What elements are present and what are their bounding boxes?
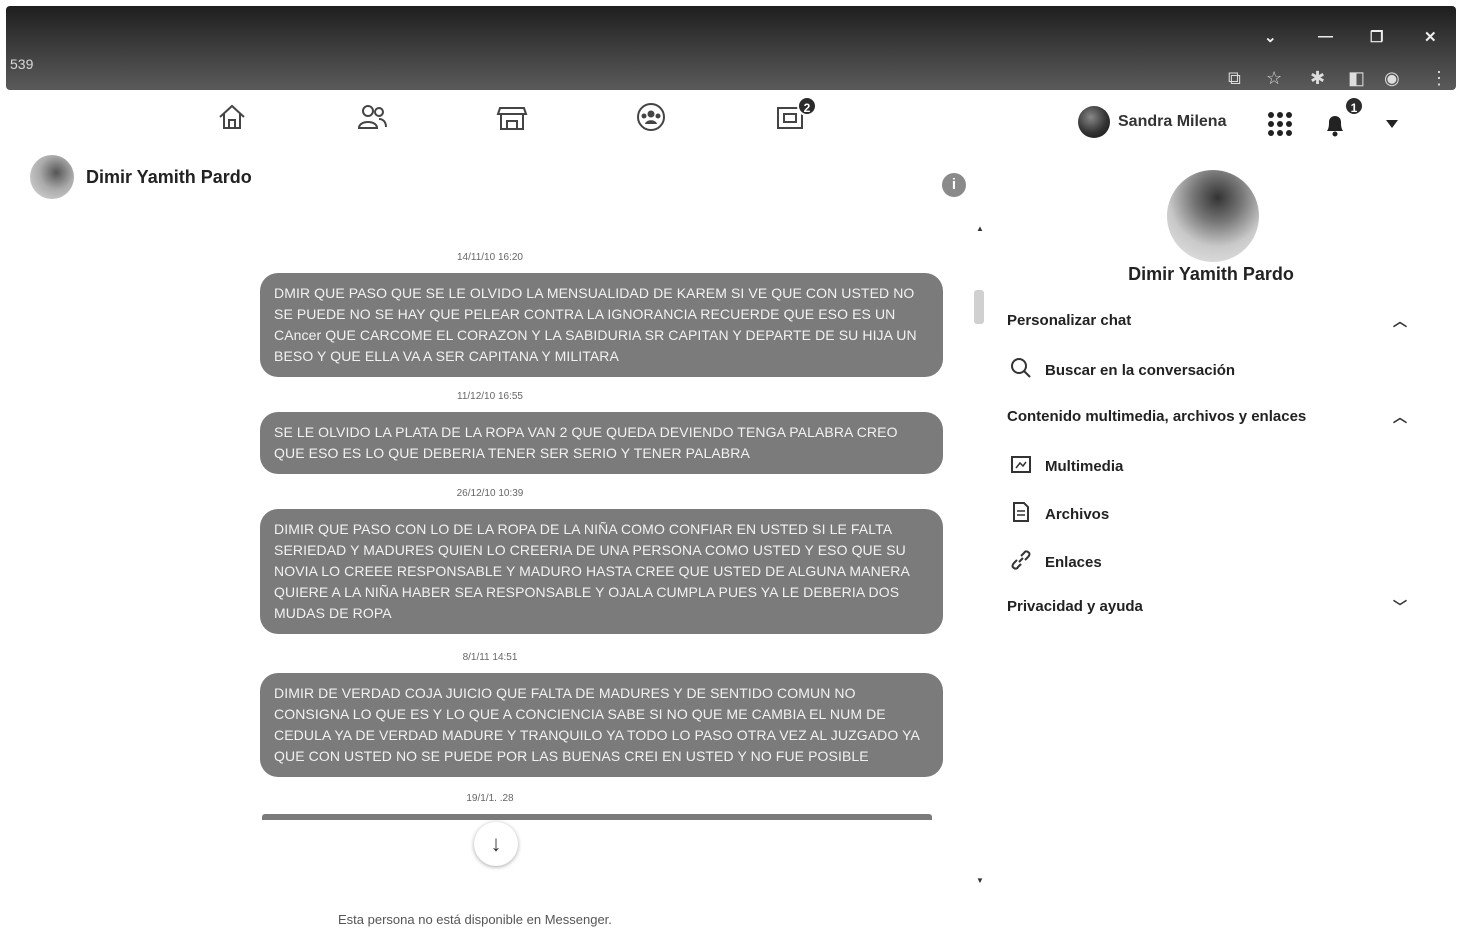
user-avatar [1078, 106, 1110, 138]
close-icon[interactable]: ✕ [1424, 28, 1437, 46]
tab-search-icon[interactable]: ⌄ [1264, 28, 1277, 46]
friends-icon[interactable] [355, 100, 389, 134]
bookmark-star-icon[interactable]: ☆ [1266, 68, 1282, 89]
media-label: Multimedia [1045, 458, 1124, 475]
message-scrollbar[interactable]: ▲ ▼ [970, 220, 986, 890]
message-list[interactable]: 14/11/10 16:20 DMIR QUE PASO QUE SE LE O… [240, 240, 960, 890]
link-icon [1007, 549, 1035, 576]
install-app-icon[interactable]: ⧉ [1228, 68, 1241, 89]
message-timestamp: 26/12/10 10:39 [456, 488, 524, 499]
scroll-up-icon[interactable]: ▲ [976, 224, 984, 233]
scroll-thumb[interactable] [974, 290, 984, 324]
marketplace-icon[interactable] [495, 100, 529, 134]
conversation-info-panel: Dimir Yamith Pardo Personalizar chat ︿ B… [995, 160, 1415, 660]
restore-icon[interactable]: ❐ [1370, 28, 1383, 46]
scroll-down-icon[interactable]: ▼ [976, 876, 984, 885]
panel-contact-avatar[interactable] [1167, 170, 1259, 262]
user-name: Sandra Milena [1118, 113, 1227, 130]
message-timestamp: 11/12/10 16:55 [457, 391, 523, 402]
message-bubble-partial [262, 814, 932, 820]
search-conversation-label: Buscar en la conversación [1045, 362, 1236, 379]
side-panel-icon[interactable]: ◧ [1348, 68, 1365, 89]
browser-menu-icon[interactable]: ⋮ [1430, 68, 1448, 89]
message-timestamp: 14/11/10 16:20 [457, 252, 523, 263]
notifications-bell-icon[interactable] [1322, 112, 1348, 138]
media-item[interactable]: Multimedia [1007, 453, 1407, 480]
privacy-help-section[interactable]: Privacidad y ayuda ﹀ [1007, 598, 1407, 615]
files-item[interactable]: Archivos [1007, 501, 1407, 528]
home-icon[interactable] [215, 100, 249, 134]
files-label: Archivos [1045, 506, 1110, 523]
contact-avatar [30, 155, 74, 199]
message-timestamp: 8/1/11 14:51 [462, 652, 518, 663]
tab-title-fragment[interactable]: 539 [10, 56, 33, 72]
arrow-down-icon: ↓ [490, 831, 502, 856]
scroll-to-bottom-button[interactable]: ↓ [474, 822, 518, 866]
links-label: Enlaces [1045, 554, 1102, 571]
search-icon [1007, 357, 1035, 384]
user-profile-chip[interactable]: Sandra Milena [1078, 106, 1226, 138]
file-icon [1007, 501, 1035, 528]
search-conversation-item[interactable]: Buscar en la conversación [1007, 357, 1407, 384]
contact-name: Dimir Yamith Pardo [86, 166, 252, 187]
message-bubble[interactable]: DMIR QUE PASO QUE SE LE OLVIDO LA MENSUA… [260, 273, 943, 377]
account-dropdown-icon[interactable] [1384, 118, 1400, 130]
media-icon [1007, 453, 1035, 480]
links-item[interactable]: Enlaces [1007, 549, 1407, 576]
conversation-header[interactable]: Dimir Yamith Pardo [30, 155, 252, 199]
groups-icon[interactable] [634, 100, 668, 134]
media-section-label: Contenido multimedia, archivos y enlaces [1007, 408, 1307, 425]
unavailable-notice: Esta persona no está disponible en Messe… [338, 912, 612, 927]
customize-chat-label: Personalizar chat [1007, 312, 1132, 329]
message-bubble[interactable]: DIMIR QUE PASO CON LO DE LA ROPA DE LA N… [260, 509, 943, 634]
message-bubble[interactable]: DIMIR DE VERDAD COJA JUICIO QUE FALTA DE… [260, 673, 943, 777]
chevron-down-icon: ﹀ [1393, 598, 1407, 615]
gaming-badge: 2 [797, 96, 817, 116]
info-icon[interactable]: i [942, 173, 966, 197]
chevron-up-icon: ︿ [1393, 408, 1407, 425]
top-navigation: 2 [0, 92, 1470, 142]
extensions-icon[interactable]: ✱ [1310, 68, 1325, 89]
message-timestamp: 19/1/1. .28 [466, 793, 514, 804]
profile-icon[interactable]: ◉ [1384, 68, 1400, 89]
minimize-icon[interactable]: — [1318, 28, 1333, 45]
chevron-up-icon: ︿ [1393, 312, 1407, 329]
panel-contact-name: Dimir Yamith Pardo [1128, 264, 1294, 284]
browser-toolbar: 539 ⌄ — ❐ ✕ ⧉ ☆ ✱ ◧ ◉ ⋮ [6, 6, 1456, 90]
menu-grid-icon[interactable] [1266, 110, 1294, 138]
message-bubble[interactable]: SE LE OLVIDO LA PLATA DE LA ROPA VAN 2 Q… [260, 412, 943, 474]
media-files-links-section[interactable]: Contenido multimedia, archivos y enlaces… [1007, 408, 1407, 425]
customize-chat-section[interactable]: Personalizar chat ︿ [1007, 312, 1407, 329]
privacy-help-label: Privacidad y ayuda [1007, 598, 1143, 615]
notifications-badge: 1 [1344, 96, 1364, 116]
